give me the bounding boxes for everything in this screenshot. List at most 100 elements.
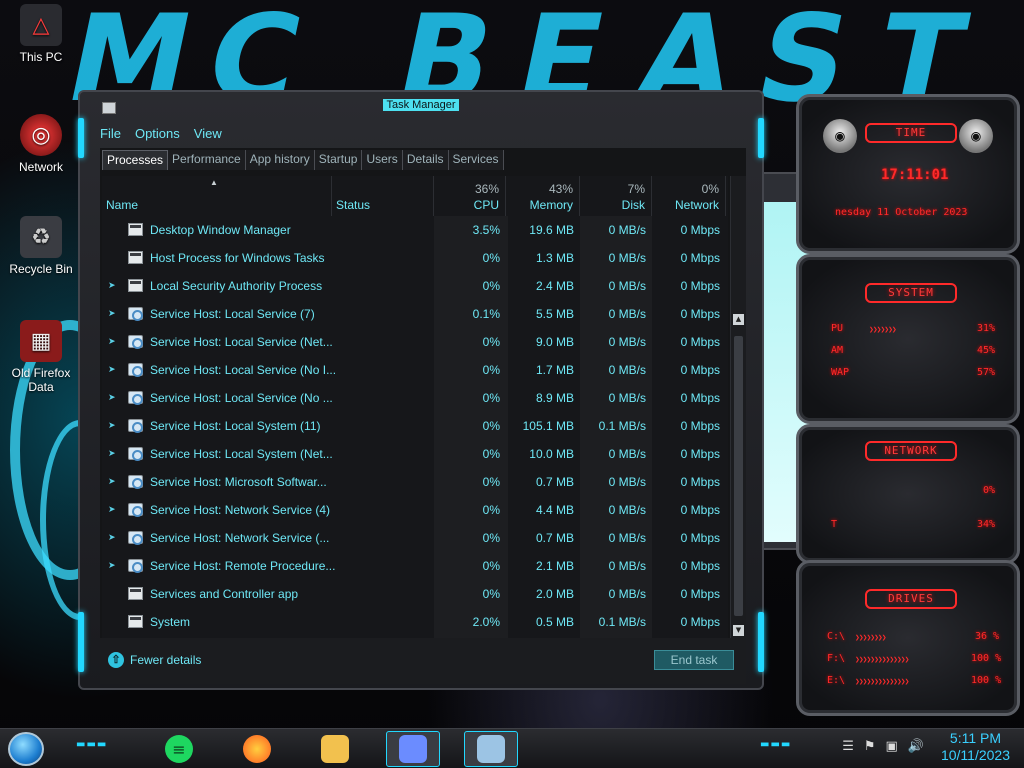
tab-processes[interactable]: Processes bbox=[102, 150, 169, 170]
window-title: Task Manager bbox=[383, 99, 459, 111]
end-task-button[interactable]: End task bbox=[654, 650, 734, 670]
desktop-icon-recycle-bin[interactable]: ♻ Recycle Bin bbox=[2, 216, 80, 276]
process-network: 0 Mbps bbox=[680, 419, 720, 433]
table-row[interactable]: ➤ Service Host: Network Service (4) 0% 4.4 … bbox=[102, 496, 728, 524]
column-header-status[interactable]: Status bbox=[332, 176, 434, 216]
expand-chevron-icon[interactable]: ➤ bbox=[108, 532, 116, 543]
table-row[interactable]: ➤ Service Host: Local Service (Net... 0% 9.… bbox=[102, 328, 728, 356]
expand-chevron-icon[interactable]: ➤ bbox=[108, 420, 116, 431]
desktop-icon-label: Network bbox=[18, 160, 63, 174]
expand-chevron-icon[interactable]: ➤ bbox=[108, 448, 116, 459]
drive-e-value: 100 % bbox=[971, 675, 1002, 686]
expand-chevron-icon[interactable]: ➤ bbox=[108, 308, 116, 319]
desktop-icon-this-pc[interactable]: △ This PC bbox=[2, 4, 80, 64]
table-row[interactable]: Services and Controller app 0% 2.0 MB 0 MB/… bbox=[102, 580, 728, 608]
taskbar-control-panel[interactable] bbox=[386, 731, 440, 767]
menu-view[interactable]: View bbox=[194, 126, 222, 144]
start-button[interactable] bbox=[8, 732, 44, 766]
task-manager-window[interactable]: Task Manager File Options View Processes… bbox=[78, 90, 764, 690]
process-cpu: 2.0% bbox=[472, 615, 500, 629]
show-hidden-icons-icon[interactable]: ☰ bbox=[842, 739, 854, 754]
gadget-date: nesday 11 October 2023 bbox=[835, 207, 968, 218]
drive-f-label: F:\ bbox=[827, 653, 846, 664]
taskbar-clock[interactable]: 5:11 PM 10/11/2023 bbox=[941, 730, 1010, 764]
expand-chevron-icon[interactable]: ➤ bbox=[108, 476, 116, 487]
table-row[interactable]: ➤ Service Host: Microsoft Softwar... 0% 0.7… bbox=[102, 468, 728, 496]
network-gadget[interactable]: NETWORK 0% T 34% bbox=[796, 424, 1020, 564]
tab-users[interactable]: Users bbox=[362, 150, 403, 170]
process-network: 0 Mbps bbox=[680, 391, 720, 405]
process-cpu: 0% bbox=[482, 251, 500, 265]
control-panel-icon bbox=[399, 735, 427, 763]
ram-value: 45% bbox=[977, 345, 996, 356]
table-row[interactable]: ➤ Service Host: Local System (11) 0% 105.1 … bbox=[102, 412, 728, 440]
taskbar-decoration: ▬▬▬ bbox=[760, 739, 792, 750]
desktop-icon-label: Recycle Bin bbox=[9, 262, 73, 276]
process-name: System bbox=[150, 615, 191, 629]
table-row[interactable]: ➤ Service Host: Local System (Net... 0% 10.… bbox=[102, 440, 728, 468]
network-tray-icon[interactable]: ▣ bbox=[886, 739, 898, 754]
table-row[interactable]: System 2.0% 0.5 MB 0.1 MB/s 0 Mbps bbox=[102, 608, 728, 636]
window-icon bbox=[128, 279, 143, 292]
table-row[interactable]: ➤ Local Security Authority Process 0% 2.4 M… bbox=[102, 272, 728, 300]
table-row[interactable]: ➤ Service Host: Local Service (No ... 0% 8.… bbox=[102, 384, 728, 412]
desktop-icon-old-firefox-data[interactable]: ▦ Old Firefox Data bbox=[2, 320, 80, 394]
drives-gadget[interactable]: DRIVES C:\ ❯❯❯❯❯❯❯❯ 36 % F:\ ❯❯❯❯❯❯❯❯❯❯❯… bbox=[796, 560, 1020, 716]
table-row[interactable]: ➤ Service Host: Network Service (... 0% 0.7… bbox=[102, 524, 728, 552]
system-gadget[interactable]: SYSTEM PU ❯❯❯❯❯❯❯ 31% AM 45% WAP 57% bbox=[796, 254, 1020, 424]
menu-file[interactable]: File bbox=[100, 126, 121, 144]
frame-accent bbox=[78, 118, 84, 158]
expand-chevron-icon[interactable]: ➤ bbox=[108, 560, 116, 571]
process-network: 0 Mbps bbox=[680, 559, 720, 573]
table-row[interactable]: Desktop Window Manager 3.5% 19.6 MB 0 MB/s 0… bbox=[102, 216, 728, 244]
taskbar-file-explorer[interactable] bbox=[308, 731, 362, 767]
menu-bar: File Options View bbox=[100, 126, 222, 144]
tab-details[interactable]: Details bbox=[402, 150, 449, 170]
menu-options[interactable]: Options bbox=[135, 126, 180, 144]
volume-icon[interactable]: 🔊 bbox=[908, 739, 924, 754]
gadget-title: NETWORK bbox=[865, 441, 957, 461]
scroll-down-button[interactable]: ▼ bbox=[733, 625, 744, 636]
taskbar-task-manager[interactable] bbox=[464, 731, 518, 767]
column-header-memory[interactable]: 43% Memory bbox=[506, 176, 580, 216]
drive-c-bar: ❯❯❯❯❯❯❯❯ bbox=[855, 633, 887, 642]
expand-chevron-icon[interactable]: ➤ bbox=[108, 364, 116, 375]
flag-icon[interactable]: ⚑ bbox=[864, 739, 876, 754]
window-icon bbox=[128, 223, 143, 236]
table-row[interactable]: ➤ Service Host: Local Service (7) 0.1% 5.5 … bbox=[102, 300, 728, 328]
table-row[interactable]: Host Process for Windows Tasks 0% 1.3 MB 0 … bbox=[102, 244, 728, 272]
process-network: 0 Mbps bbox=[680, 307, 720, 321]
time-gadget[interactable]: ◉ ◉ TIME 17:11:01 nesday 11 October 2023 bbox=[796, 94, 1020, 254]
table-row[interactable]: ➤ Service Host: Remote Procedure... 0% 2.1 … bbox=[102, 552, 728, 580]
expand-chevron-icon[interactable]: ➤ bbox=[108, 280, 116, 291]
expand-chevron-icon[interactable]: ➤ bbox=[108, 392, 116, 403]
expand-chevron-icon[interactable]: ➤ bbox=[108, 336, 116, 347]
process-disk: 0.1 MB/s bbox=[598, 615, 646, 629]
process-network: 0 Mbps bbox=[680, 531, 720, 545]
expand-chevron-icon[interactable]: ➤ bbox=[108, 504, 116, 515]
tab-startup[interactable]: Startup bbox=[314, 150, 363, 170]
vertical-scrollbar[interactable]: ▲ ▼ bbox=[730, 176, 746, 638]
process-disk: 0.1 MB/s bbox=[598, 419, 646, 433]
scroll-up-button[interactable]: ▲ bbox=[733, 314, 744, 325]
taskbar-spotify[interactable]: ≡ bbox=[152, 731, 206, 767]
tab-performance[interactable]: Performance bbox=[168, 150, 246, 170]
column-header-network[interactable]: 0% Network bbox=[652, 176, 726, 216]
tab-app-history[interactable]: App history bbox=[245, 150, 315, 170]
title-bar[interactable]: Task Manager bbox=[80, 92, 762, 118]
column-header-disk[interactable]: 7% Disk bbox=[580, 176, 652, 216]
desktop-icon-label: Old Firefox Data bbox=[11, 366, 71, 394]
taskbar-firefox[interactable] bbox=[230, 731, 284, 767]
table-row[interactable]: ➤ Service Host: Local Service (No I... 0% 1… bbox=[102, 356, 728, 384]
scroll-thumb[interactable] bbox=[734, 336, 743, 616]
tab-services[interactable]: Services bbox=[448, 150, 504, 170]
process-name: Service Host: Network Service (4) bbox=[150, 503, 331, 517]
process-memory: 0.7 MB bbox=[535, 475, 574, 489]
column-header-name[interactable]: Name bbox=[102, 176, 332, 216]
gadget-title: TIME bbox=[865, 123, 957, 143]
fewer-details-button[interactable]: ⇧ Fewer details bbox=[108, 652, 201, 668]
alienware-logo-icon: ◉ bbox=[959, 119, 993, 153]
column-header-cpu[interactable]: 36% CPU bbox=[434, 176, 506, 216]
footer: ⇧ Fewer details End task bbox=[100, 638, 746, 684]
desktop-icon-network[interactable]: ◎ Network bbox=[2, 114, 80, 174]
